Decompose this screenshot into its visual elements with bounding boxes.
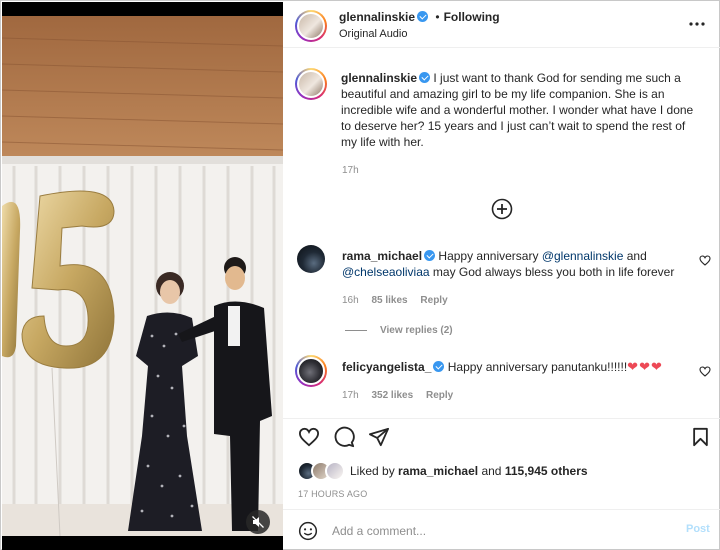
author-username[interactable]: glennalinskie xyxy=(339,10,415,24)
verified-badge-icon xyxy=(433,361,445,372)
following-button[interactable]: Following xyxy=(444,10,500,24)
comment-text-and: and xyxy=(626,249,647,263)
audio-label[interactable]: Original Audio xyxy=(339,28,408,40)
mention-link[interactable]: @glennalinskie xyxy=(542,249,624,263)
comment-like-button[interactable] xyxy=(699,365,711,377)
likes-others[interactable]: 115,945 others xyxy=(505,464,588,478)
commenter-avatar[interactable] xyxy=(295,355,327,387)
post-header: glennalinskie • Following Original Audio xyxy=(283,2,720,48)
comment-time[interactable]: 16h xyxy=(342,295,359,306)
save-button[interactable] xyxy=(689,424,711,450)
post-timestamp[interactable]: 17 HOURS AGO xyxy=(298,489,367,499)
commenter-avatar[interactable] xyxy=(297,245,325,273)
comment-username[interactable]: rama_michael xyxy=(342,249,422,263)
comment: rama_michael Happy anniversary @glennali… xyxy=(342,248,702,280)
likers-avatars[interactable] xyxy=(297,461,349,481)
caption: glennalinskie I just want to thank God f… xyxy=(341,70,701,150)
comment-input[interactable] xyxy=(332,522,662,540)
post-comment-button[interactable]: Post xyxy=(686,523,710,535)
comment-likes[interactable]: 352 likes xyxy=(371,390,413,401)
load-more-comments-button[interactable] xyxy=(491,198,513,220)
heart-emojis: ❤❤❤ xyxy=(627,359,663,374)
comment-time[interactable]: 17h xyxy=(342,390,359,401)
comment-text: Happy anniversary xyxy=(438,249,539,263)
author-line: glennalinskie • Following xyxy=(339,10,500,24)
add-comment-bar: Post xyxy=(283,509,720,550)
like-button[interactable] xyxy=(296,424,322,450)
comment-meta: 17h 352 likes Reply xyxy=(342,390,453,401)
comment: felicyangelista_ Happy anniversary panut… xyxy=(342,359,702,375)
media-panel[interactable] xyxy=(2,2,283,550)
caption-username[interactable]: glennalinskie xyxy=(341,71,417,85)
caption-avatar[interactable] xyxy=(295,68,327,100)
heart-outline-icon xyxy=(699,254,711,266)
reply-button[interactable]: Reply xyxy=(426,390,453,401)
likes-and: and xyxy=(481,464,502,478)
more-options-button[interactable] xyxy=(687,16,707,32)
comment-like-button[interactable] xyxy=(699,254,711,266)
comment-text: Happy anniversary panutanku!!!!!! xyxy=(447,360,628,374)
liker-username[interactable]: rama_michael xyxy=(398,464,478,478)
caption-time[interactable]: 17h xyxy=(342,165,359,176)
mention-link[interactable]: @chelseaoliviaa xyxy=(342,265,430,279)
comments-scroll-area[interactable]: glennalinskie I just want to thank God f… xyxy=(283,49,720,417)
author-avatar[interactable] xyxy=(295,10,327,42)
comment-username[interactable]: felicyangelista_ xyxy=(342,360,431,374)
likes-prefix: Liked by xyxy=(350,464,395,478)
paper-plane-icon xyxy=(368,427,389,447)
post-actions: Liked by rama_michael and 115,945 others… xyxy=(283,418,720,503)
comment-text-rest: may God always bless you both in life fo… xyxy=(432,265,675,279)
post-video[interactable] xyxy=(2,16,283,536)
heart-outline-icon xyxy=(298,427,320,447)
view-replies-button[interactable]: View replies (2) xyxy=(380,325,453,336)
replies-divider xyxy=(345,330,367,331)
bookmark-icon xyxy=(692,427,708,447)
comment-button[interactable] xyxy=(331,424,357,450)
speaker-muted-icon xyxy=(252,516,264,528)
circle-plus-icon xyxy=(491,198,513,220)
share-button[interactable] xyxy=(366,424,392,450)
likes-summary: Liked by rama_michael and 115,945 others xyxy=(350,464,588,478)
video-frame-illustration xyxy=(2,16,283,536)
smiley-icon xyxy=(298,521,318,541)
separator-dot: • xyxy=(435,10,440,24)
comment-likes[interactable]: 85 likes xyxy=(371,295,407,306)
verified-badge-icon xyxy=(417,11,429,22)
emoji-button[interactable] xyxy=(298,521,318,541)
post-modal: glennalinskie • Following Original Audio … xyxy=(0,0,720,550)
verified-badge-icon xyxy=(424,250,436,261)
verified-badge-icon xyxy=(419,72,431,83)
heart-outline-icon xyxy=(699,365,711,377)
reply-button[interactable]: Reply xyxy=(420,295,447,306)
post-details: glennalinskie • Following Original Audio … xyxy=(283,2,720,550)
comment-meta: 16h 85 likes Reply xyxy=(342,295,448,306)
speech-bubble-icon xyxy=(334,426,355,448)
ellipsis-icon xyxy=(689,22,705,26)
mute-toggle[interactable] xyxy=(246,510,270,534)
